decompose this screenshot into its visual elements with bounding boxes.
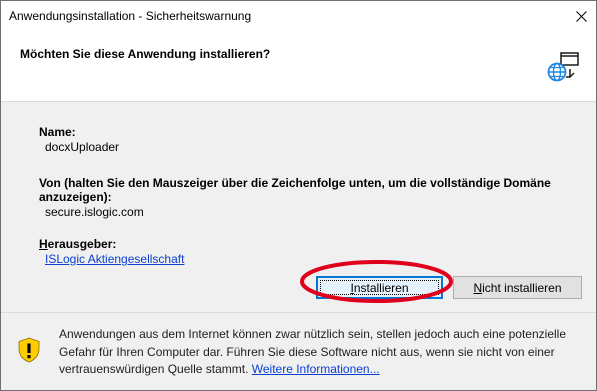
warning-line-3: vertrauenswürdigen Quelle stammt. Weiter… [59, 361, 584, 379]
dont-install-button-label: Nicht installieren [473, 280, 562, 295]
more-info-link[interactable]: Weitere Informationen... [252, 362, 380, 376]
publisher-link[interactable]: ISLogic Aktiengesellschaft [45, 252, 184, 266]
window-title: Anwendungsinstallation - Sicherheitswarn… [9, 9, 252, 23]
install-question: Möchten Sie diese Anwendung installieren… [20, 47, 271, 61]
warning-line-2: Gefahr für Ihren Computer dar. Führen Si… [59, 344, 555, 359]
focus-rectangle [320, 280, 439, 295]
from-label-line-1: Von (halten Sie den Mauszeiger über die … [39, 176, 551, 190]
warning-message: Anwendungen aus dem Internet können zwar… [59, 326, 584, 379]
close-button[interactable] [566, 1, 596, 31]
dialog-header: Möchten Sie diese Anwendung installieren… [1, 31, 596, 102]
close-icon [575, 10, 587, 22]
warning-shield-icon [18, 337, 40, 363]
dont-install-button[interactable]: Nicht installieren [453, 276, 582, 299]
publisher-label: Herausgeber: [39, 237, 117, 251]
from-domain-value[interactable]: secure.islogic.com [45, 205, 144, 219]
warning-line-1: Anwendungen aus dem Internet können zwar… [59, 327, 566, 341]
install-button[interactable]: Installieren [316, 276, 443, 299]
warning-line-3-text: vertrauenswürdigen Quelle stammt. [59, 362, 249, 376]
title-bar: Anwendungsinstallation - Sicherheitswarn… [1, 1, 596, 31]
security-warning-dialog: Anwendungsinstallation - Sicherheitswarn… [0, 0, 597, 391]
name-label: Name: [39, 125, 76, 139]
from-label-line-2: anzuzeigen): [39, 190, 112, 204]
warning-footer: Anwendungen aus dem Internet können zwar… [1, 312, 596, 390]
install-globe-icon [547, 52, 579, 82]
name-value: docxUploader [45, 140, 120, 154]
